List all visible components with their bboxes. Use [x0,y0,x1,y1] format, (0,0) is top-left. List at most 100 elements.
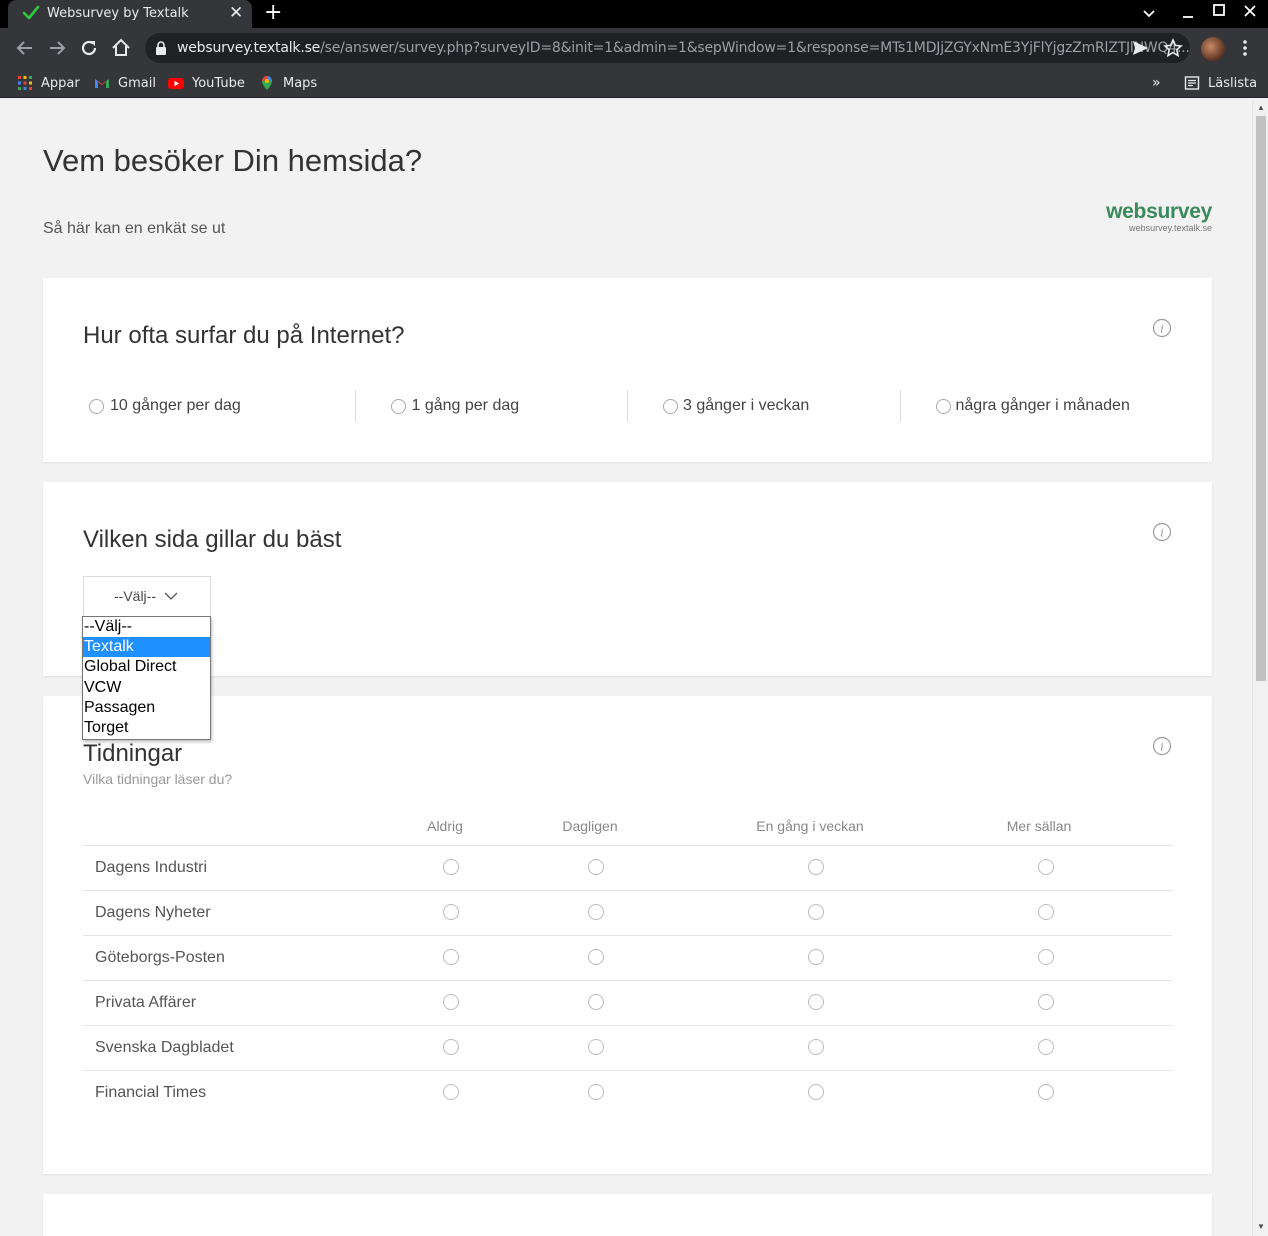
radio-option[interactable]: 10 gånger per dag [83,390,356,422]
radio-button[interactable] [443,904,459,920]
radio-button[interactable] [588,1084,604,1100]
address-bar[interactable]: websurvey.textalk.se/se/answer/survey.ph… [145,33,1190,63]
reload-icon[interactable] [77,36,101,60]
radio-label: 1 gång per dag [411,397,520,414]
radio-button[interactable] [443,949,459,965]
dropdown-option[interactable]: VCW [83,678,210,698]
info-icon[interactable]: i [1152,736,1172,756]
bookmark-label: Maps [283,75,318,91]
column-header: Dagligen [562,818,618,834]
bookmark-maps[interactable]: Maps [259,73,317,93]
logo-text: websurvey [1106,200,1212,223]
bookmark-youtube[interactable]: YouTube [168,73,245,93]
gmail-icon [95,79,109,88]
radio-option[interactable]: några gånger i månaden [901,390,1173,422]
scroll-up-arrow-icon[interactable]: ▲ [1257,103,1265,112]
dropdown-option[interactable]: Global Direct [83,657,210,677]
logo-subtext: websurvey.textalk.se [1129,223,1212,233]
row-label: Dagens Nyheter [95,904,211,921]
radio-button[interactable] [588,904,604,920]
lock-icon[interactable] [155,41,167,55]
radio-button[interactable] [89,398,104,414]
bookmark-label: Gmail [118,75,156,91]
url-path: /se/answer/survey.php?surveyID=8&init=1&… [320,40,1190,56]
column-header: Aldrig [427,818,463,834]
chevron-down-icon[interactable] [1142,7,1156,21]
radio-button[interactable] [1038,859,1054,875]
radio-button[interactable] [588,859,604,875]
svg-text:i: i [1160,741,1164,754]
tab-strip: Websurvey by Textalk ✕ + [0,0,1268,28]
radio-button[interactable] [1038,1039,1054,1055]
radio-button[interactable] [443,1084,459,1100]
table-row: Dagens Nyheter [83,890,1172,935]
forward-icon[interactable] [45,36,69,60]
radio-button[interactable] [390,398,406,414]
bookmarks-bar: Appar Gmail YouTube Maps » Läslista [0,68,1268,98]
window-close-icon[interactable] [1243,4,1257,18]
radio-button[interactable] [808,904,824,920]
radio-label: några gånger i månaden [955,397,1130,414]
url-text: websurvey.textalk.se/se/answer/survey.ph… [177,40,1190,56]
scrollbar-thumb[interactable] [1256,116,1266,681]
radio-button[interactable] [588,1039,604,1055]
dropdown-option[interactable]: Passagen [83,698,210,718]
star-icon[interactable] [1163,38,1183,58]
radio-option[interactable]: 3 gånger i veckan [628,390,901,422]
bookmark-apps[interactable]: Appar [17,73,80,93]
radio-button[interactable] [935,398,951,414]
url-host: websurvey.textalk.se [177,40,321,56]
radio-button[interactable] [808,994,824,1010]
menu-kebab-icon[interactable] [1237,38,1253,58]
radio-button[interactable] [588,949,604,965]
youtube-icon [168,78,184,89]
page-scrollbar[interactable]: ▲ ▼ [1252,100,1268,1236]
home-icon[interactable] [109,36,133,60]
profile-avatar[interactable] [1201,37,1225,61]
bookmark-label: Appar [41,75,80,91]
reading-list-label: Läslista [1208,75,1258,91]
radio-button[interactable] [443,1039,459,1055]
radio-button[interactable] [1038,1084,1054,1100]
dropdown-option-highlighted[interactable]: Textalk [83,637,210,658]
dropdown-option[interactable]: Torget [83,718,210,738]
row-label: Financial Times [95,1084,207,1101]
radio-button[interactable] [808,1084,824,1100]
radio-button[interactable] [1038,994,1054,1010]
radio-button[interactable] [1038,904,1054,920]
radio-button[interactable] [808,859,824,875]
browser-tab[interactable]: Websurvey by Textalk ✕ [8,0,252,28]
radio-button[interactable] [663,398,678,414]
radio-option[interactable]: 1 gång per dag [356,390,628,422]
reading-list-button[interactable]: Läslista [1184,73,1257,93]
site-select[interactable]: --Välj-- [83,576,211,617]
bookmark-gmail[interactable]: Gmail [94,73,156,93]
send-icon[interactable] [1130,38,1150,58]
back-icon[interactable] [13,36,37,60]
question-description: Vilka tidningar läser du? [83,771,233,787]
minimize-icon[interactable] [1181,6,1195,20]
apps-grid-icon [18,76,32,90]
info-icon[interactable]: i [1152,318,1172,338]
table-row: Privata Affärer [83,980,1172,1025]
radio-button[interactable] [443,859,459,875]
question-card-favorite-site: Vilken sida gillar du bäst i --Välj-- [43,482,1212,676]
new-tab-button[interactable]: + [264,1,282,25]
radio-button[interactable] [588,994,604,1010]
radio-button[interactable] [808,1039,824,1055]
close-tab-icon[interactable]: ✕ [229,3,243,23]
radio-button[interactable] [808,949,824,965]
info-icon[interactable]: i [1152,522,1172,542]
row-label: Dagens Industri [95,859,208,876]
radio-button[interactable] [443,994,459,1010]
maximize-icon[interactable] [1212,3,1226,17]
select-value: --Välj-- [114,588,156,604]
websurvey-logo[interactable]: websurvey websurvey.textalk.se [1106,200,1212,233]
scroll-down-arrow-icon[interactable]: ▼ [1257,1222,1265,1231]
table-row: Dagens Industri [83,845,1172,890]
more-bookmarks-icon[interactable]: » [1152,73,1161,93]
radio-button[interactable] [1038,949,1054,965]
dropdown-option[interactable]: --Välj-- [83,617,210,637]
column-header: Mer sällan [1006,818,1072,834]
table-row: Göteborgs-Posten [83,935,1172,980]
